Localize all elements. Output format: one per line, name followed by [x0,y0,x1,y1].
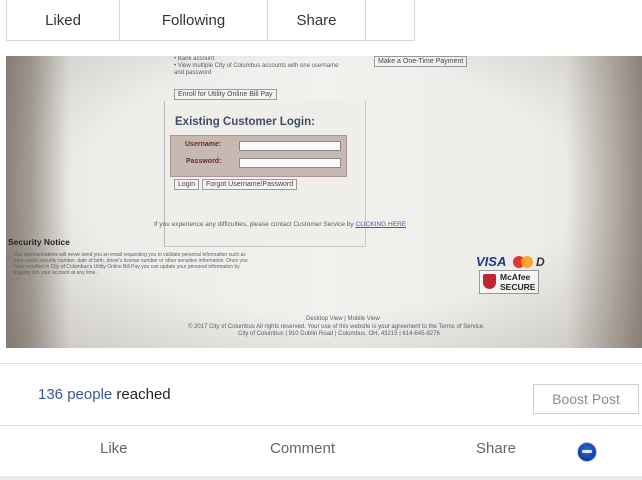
photo-bullet-3: and password [174,70,212,76]
photo-forgot-button: Forgot Username/Password [202,179,298,190]
post-photo[interactable]: • Bank account • View multiple City of C… [6,56,642,348]
photo-username-label: Username: [185,141,222,148]
top-tab-bar: Liked Following Share [0,0,642,46]
photo-password-label: Password: [186,158,222,165]
photo-username-input [239,141,341,151]
share-button[interactable]: Share [476,440,516,457]
photo-security-title: Security Notice [8,237,70,247]
tab-more[interactable] [366,0,414,40]
photo-one-time-payment: Make a One-Time Payment [374,56,468,67]
photo-bullet-1: • Bank account [174,56,215,62]
reach-summary: 136 people reached [38,386,171,403]
visa-logo: VISA [476,254,507,269]
photo-clicking-here-link: CLICKING HERE [355,221,407,228]
comment-button[interactable]: Comment [270,440,335,457]
page-avatar-icon[interactable] [577,442,597,462]
bottom-divider [0,476,642,480]
mastercard-icon [513,256,533,268]
discover-logo: D [536,255,545,269]
photo-login-title: Existing Customer Login: [175,116,315,128]
tab-liked[interactable]: Liked [7,0,120,40]
photo-login-button: Login [174,179,200,190]
photo-footer-line-2: City of Columbus | 910 Dublin Road | Col… [238,331,440,337]
reach-count-link[interactable]: 136 people [38,386,112,403]
photo-footer-line-1: © 2017 City of Columbus All rights reser… [188,324,485,330]
reach-label: reached [112,386,171,403]
tab-group: Liked Following Share [6,0,415,41]
photo-login-box: Username: Password: [170,135,347,177]
photo-enroll-button: Enroll for Utility Online Bill Pay [174,89,277,100]
photo-password-input [239,158,341,168]
mcafee-bottom-text: SECURE [500,282,536,292]
mcafee-secure-badge: McAfee SECURE [479,270,539,294]
photo-bullet-2: • View multiple City of Columbus account… [174,63,339,69]
tab-following[interactable]: Following [120,0,268,40]
post-action-row: Like Comment Share [0,426,642,476]
boost-post-button[interactable]: Boost Post [533,384,639,414]
photo-difficulty-text: If you experience any difficulties, plea… [154,221,406,228]
mcafee-top-text: McAfee [500,272,531,282]
mcafee-label: McAfee SECURE [500,272,535,292]
like-button[interactable]: Like [100,440,128,457]
tab-share[interactable]: Share [268,0,366,40]
photo-footer-views: Desktop View | Mobile View [306,316,380,322]
post-stats-row: 136 people reached Boost Post [0,363,642,426]
mcafee-shield-icon [483,274,496,289]
photo-security-line-4: logging into your account at any time. [14,270,97,276]
photo-difficulty-label: If you experience any difficulties, plea… [154,221,354,228]
